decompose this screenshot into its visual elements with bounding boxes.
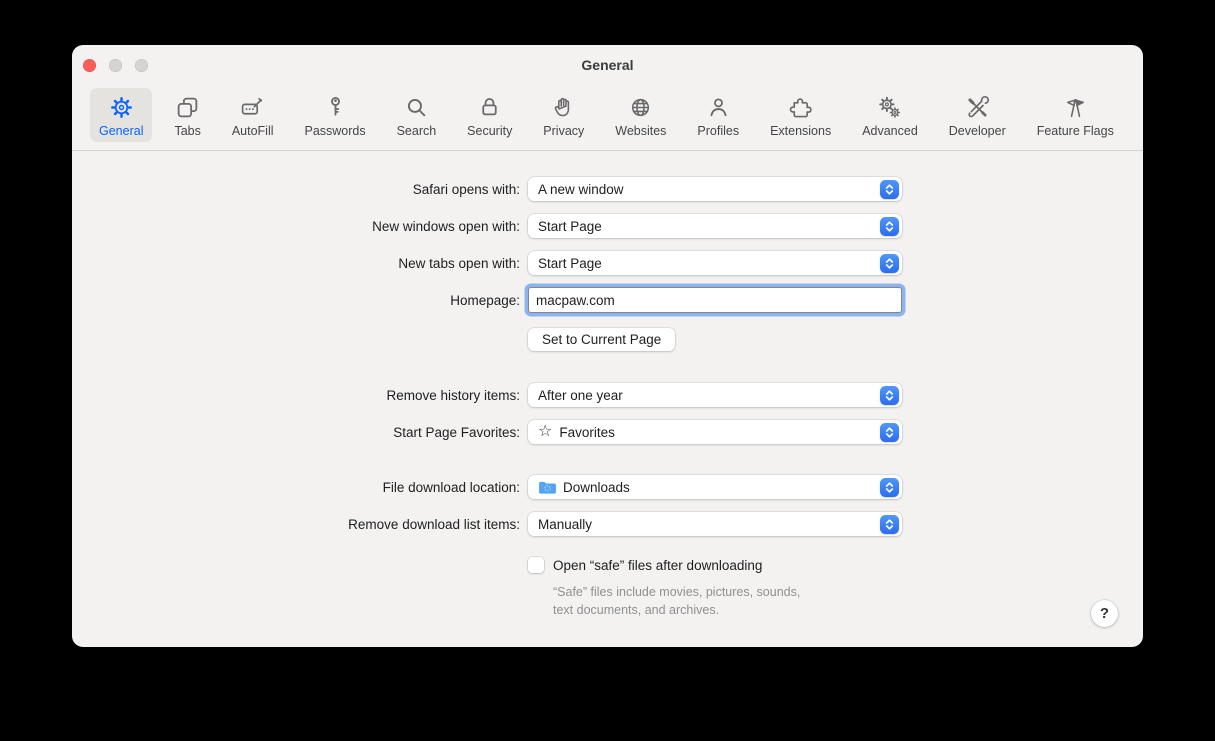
gear-icon [109,94,134,121]
tab-profiles[interactable]: Profiles [688,88,748,142]
puzzle-icon [788,94,813,121]
key-icon [323,94,348,121]
row-homepage: Homepage: [72,287,1143,313]
row-file-download-location: File download location: Downloads [72,475,1143,499]
help-button[interactable]: ? [1091,600,1118,627]
field-label: Start Page Favorites: [393,424,520,440]
new-windows-open-with-select[interactable]: Start Page [528,214,902,238]
autofill-icon [240,94,265,121]
tab-label: Tabs [174,124,201,138]
tab-extensions[interactable]: Extensions [761,88,840,142]
tab-label: Advanced [862,124,918,138]
chevron-up-down-icon [880,216,899,236]
chevron-up-down-icon [880,385,899,405]
window-title: General [581,57,634,73]
row-set-current-page: Set to Current Page [72,328,1143,351]
row-safari-opens-with: Safari opens with: A new window [72,177,1143,201]
row-new-tabs-open-with: New tabs open with: Start Page [72,251,1143,275]
title-bar[interactable]: General [72,45,1143,85]
tab-tabs[interactable]: Tabs [165,88,209,142]
row-open-safe-files: Open “safe” files after downloading [72,557,1143,573]
open-safe-files-checkbox[interactable] [528,557,544,573]
field-label: Safari opens with: [412,181,520,197]
set-to-current-page-button[interactable]: Set to Current Page [528,328,676,351]
tabs-icon [175,94,200,121]
field-label: Homepage: [450,292,520,308]
remove-download-list-items-select[interactable]: Manually [528,512,902,536]
tab-label: General [99,124,144,138]
general-pane: Safari opens with: A new window New wind… [72,177,1143,671]
lock-icon [477,94,502,121]
new-tabs-open-with-select[interactable]: Start Page [528,251,902,275]
field-label: Remove download list items: [348,516,520,532]
row-new-windows-open-with: New windows open with: Start Page [72,214,1143,238]
chevron-up-down-icon [880,179,899,199]
tab-passwords[interactable]: Passwords [295,88,374,142]
selected-value: Start Page [538,255,602,271]
file-download-location-select[interactable]: Downloads [528,475,902,499]
row-safe-files-note: “Safe” files include movies, pictures, s… [72,583,1143,619]
tab-label: Extensions [770,124,832,138]
row-remove-history: Remove history items: After one year [72,383,1143,407]
star-icon: ☆ [538,422,553,440]
tab-label: Profiles [697,124,740,138]
tab-privacy[interactable]: Privacy [534,88,593,142]
selected-value: Downloads [563,479,630,495]
selected-value: Favorites [559,424,615,440]
selected-value: A new window [538,181,624,197]
selected-value: Start Page [538,218,602,234]
selected-value: Manually [538,516,593,532]
chevron-up-down-icon [880,422,899,442]
tab-autofill[interactable]: AutoFill [223,88,283,142]
row-remove-download-list: Remove download list items: Manually [72,512,1143,536]
search-icon [404,94,429,121]
tab-label: Security [467,124,513,138]
row-start-page-favorites: Start Page Favorites: ☆ Favorites [72,420,1143,444]
chevron-up-down-icon [880,514,899,534]
hand-icon [551,94,576,121]
tab-general[interactable]: General [90,88,153,142]
safe-files-note: “Safe” files include movies, pictures, s… [528,583,800,619]
start-page-favorites-select[interactable]: ☆ Favorites [528,420,902,444]
checkbox-label: Open “safe” files after downloading [553,557,763,573]
tab-advanced[interactable]: Advanced [853,88,927,142]
tab-label: Developer [948,124,1006,138]
gears-icon [877,94,902,121]
field-label: New tabs open with: [398,255,520,271]
settings-toolbar: General Tabs AutoFill Passwords Search S… [72,85,1143,151]
safari-settings-window: General General Tabs AutoFill Passwords … [72,45,1143,647]
remove-history-items-select[interactable]: After one year [528,383,902,407]
tab-label: AutoFill [231,124,274,138]
note-line-2: text documents, and archives. [553,603,720,617]
tab-label: Feature Flags [1036,124,1114,138]
tools-icon [965,94,990,121]
field-label: Remove history items: [386,387,520,403]
field-label: File download location: [382,479,520,495]
selected-value: After one year [538,387,623,403]
chevron-up-down-icon [880,477,899,497]
tab-developer[interactable]: Developer [940,88,1015,142]
person-icon [706,94,731,121]
globe-icon [628,94,653,121]
tab-label: Search [396,124,437,138]
safari-opens-with-select[interactable]: A new window [528,177,902,201]
field-label: New windows open with: [372,218,520,234]
flags-icon [1062,94,1089,121]
tab-label: Privacy [543,124,585,138]
tab-search[interactable]: Search [388,88,446,142]
tab-security[interactable]: Security [458,88,521,142]
folder-icon [538,480,557,495]
homepage-input[interactable] [528,287,902,313]
tab-websites[interactable]: Websites [606,88,675,142]
note-line-1: “Safe” files include movies, pictures, s… [553,585,801,599]
chevron-up-down-icon [880,253,899,273]
tab-label: Websites [615,124,667,138]
tab-label: Passwords [304,124,366,138]
tab-feature-flags[interactable]: Feature Flags [1028,88,1123,142]
